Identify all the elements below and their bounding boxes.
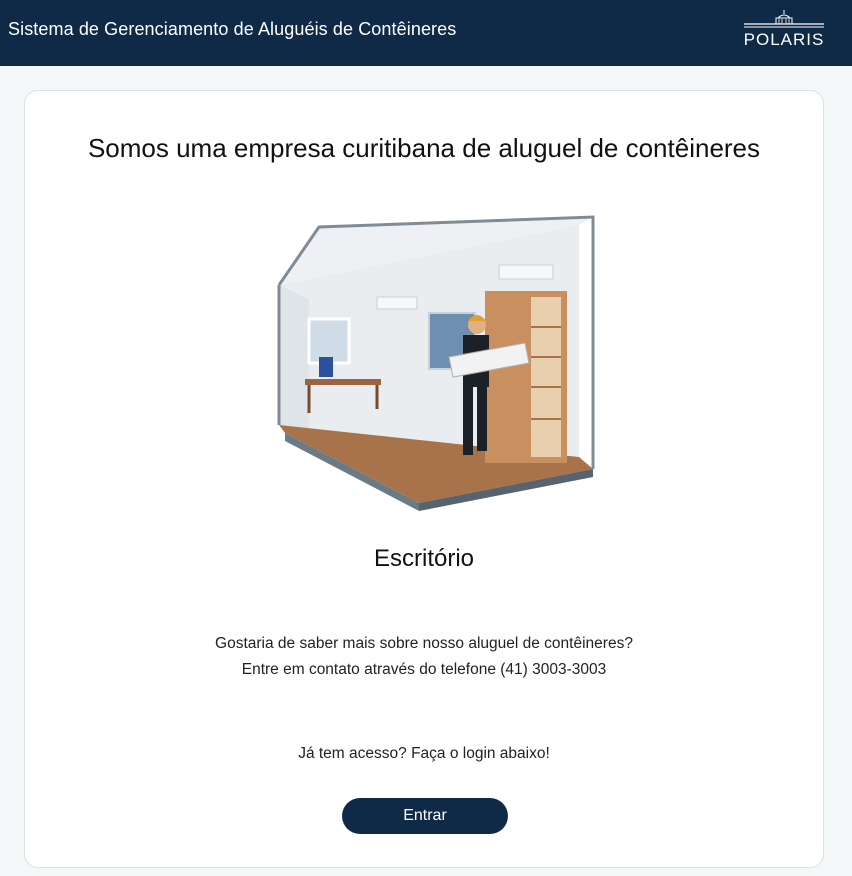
logo-text: POLARIS: [743, 30, 825, 49]
app-title: Sistema de Gerenciamento de Aluguéis de …: [8, 19, 457, 39]
info-line-phone: Entre em contato através do telefone (41…: [241, 661, 607, 678]
login-prompt: Já tem acesso? Faça o login abaixo!: [298, 745, 550, 762]
main-card: Somos uma empresa curitibana de aluguel …: [24, 90, 824, 868]
info-line-question: Gostaria de saber mais sobre nosso alugu…: [215, 635, 633, 652]
login-button[interactable]: Entrar: [342, 798, 508, 834]
capitol-building-icon: [744, 10, 824, 28]
page-headline: Somos uma empresa curitibana de aluguel …: [87, 133, 761, 163]
top-bar: Sistema de Gerenciamento de Aluguéis de …: [0, 0, 852, 66]
contact-info: Gostaria de saber mais sobre nosso alugu…: [25, 631, 823, 683]
polaris-logo[interactable]: POLARIS: [742, 10, 826, 50]
product-name: Escritório: [373, 545, 475, 572]
office-container-illustration: [277, 215, 595, 511]
